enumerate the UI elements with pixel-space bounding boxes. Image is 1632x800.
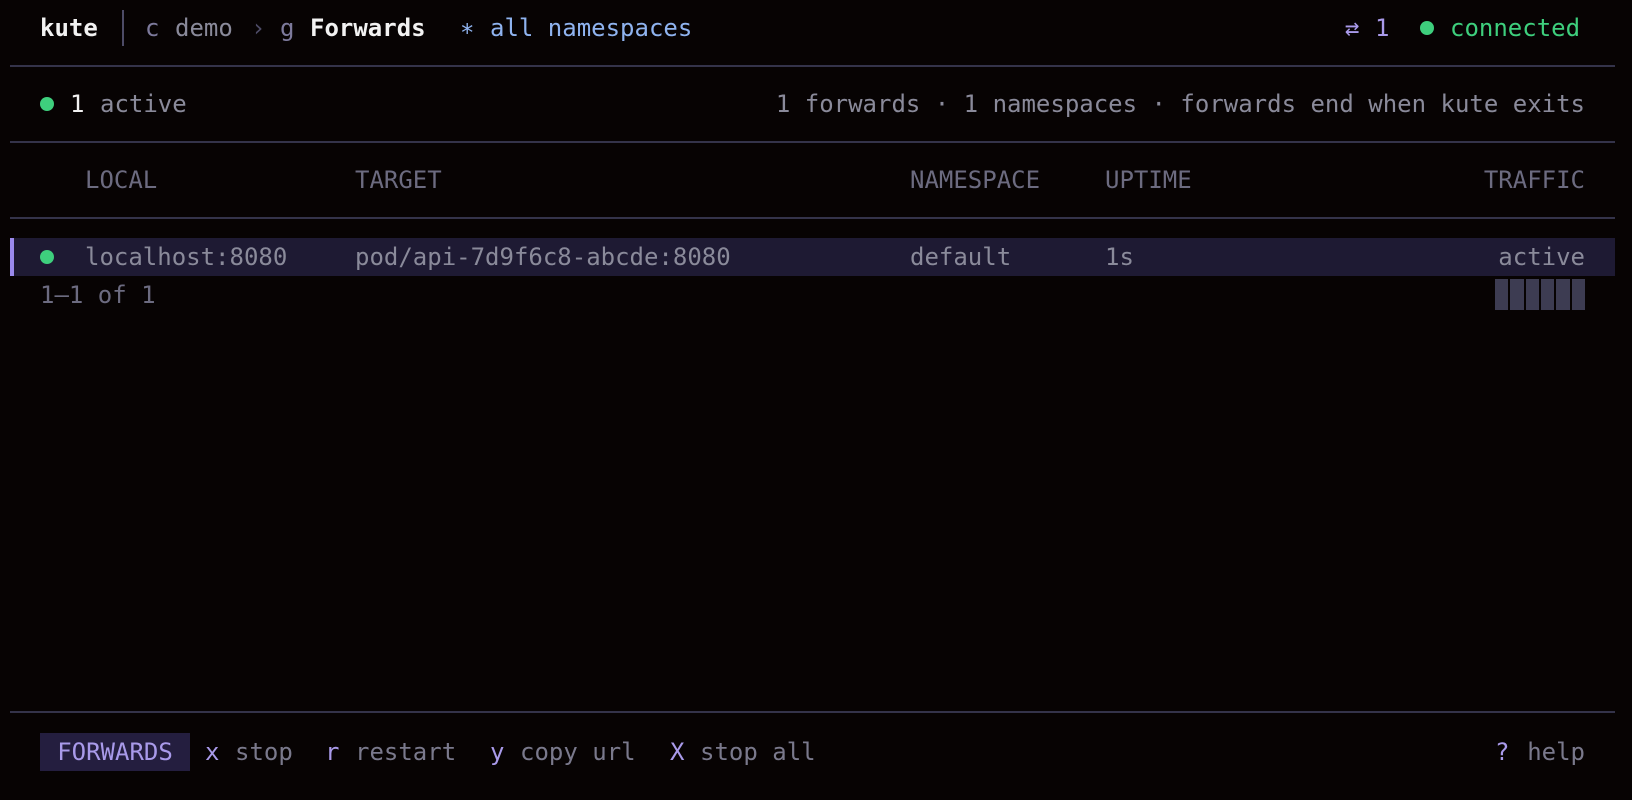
column-header-target[interactable]: TARGET	[355, 165, 442, 195]
asterisk-icon: ∗	[460, 14, 475, 42]
footer-divider-line	[10, 711, 1615, 713]
column-header-local[interactable]: LOCAL	[85, 165, 157, 195]
hotkey-stop-label[interactable]: stop	[235, 737, 293, 767]
connection-status: connected	[1450, 14, 1581, 42]
app-brand: kute	[40, 14, 98, 42]
row-target: pod/api-7d9f6c8-abcde:8080	[355, 243, 731, 271]
hotkey-restart-label[interactable]: restart	[355, 737, 456, 767]
row-namespace: default	[910, 243, 1012, 271]
connected-dot-icon	[1420, 21, 1434, 35]
active-dot-icon	[40, 97, 54, 111]
row-local: localhost:8080	[85, 243, 288, 271]
row-status-dot-icon	[40, 250, 54, 264]
active-count: 1	[70, 90, 85, 118]
traffic-sparkline	[1495, 279, 1585, 310]
mode-badge: FORWARDS	[40, 733, 190, 771]
forward-count: 1	[1375, 14, 1390, 42]
traffic-bar-segment	[1510, 279, 1524, 310]
swap-arrows-icon: ⇄	[1345, 14, 1360, 42]
hotkey-copy-url-key[interactable]: y	[490, 737, 504, 767]
forwards-screen: kute c demo › g Forwards ∗ all namespace…	[0, 0, 1632, 800]
context-name[interactable]: demo	[175, 13, 233, 43]
active-label: active	[100, 90, 187, 118]
header-divider	[122, 10, 124, 46]
traffic-bar-segment	[1556, 279, 1570, 310]
hotkey-stop-all-key[interactable]: X	[670, 737, 684, 767]
column-header-uptime[interactable]: UPTIME	[1105, 165, 1192, 195]
chevron-right-icon: ›	[251, 14, 266, 42]
view-title: Forwards	[310, 14, 426, 42]
help-key[interactable]: ?	[1495, 737, 1509, 767]
table-header-divider-line	[10, 217, 1615, 219]
summary-stats: 1 forwards · 1 namespaces · forwards end…	[775, 90, 1585, 118]
hotkey-restart-key[interactable]: r	[325, 737, 339, 767]
column-header-traffic[interactable]: TRAFFIC	[1484, 165, 1585, 195]
hotkey-stop-all-label[interactable]: stop all	[700, 737, 816, 767]
help-label[interactable]: help	[1527, 737, 1585, 767]
summary-divider-line	[10, 141, 1615, 143]
hotkey-stop-key[interactable]: x	[205, 737, 219, 767]
row-traffic: active	[1498, 243, 1585, 271]
traffic-bar-segment	[1571, 279, 1585, 310]
pagination: 1–1 of 1	[40, 281, 156, 309]
selection-indicator	[10, 238, 14, 276]
traffic-bar-segment	[1540, 279, 1555, 310]
row-uptime: 1s	[1105, 243, 1134, 271]
namespace-selector[interactable]: all namespaces	[490, 13, 692, 43]
traffic-bar-segment	[1525, 279, 1539, 310]
traffic-bar-segment	[1495, 279, 1509, 310]
hotkey-copy-url-label[interactable]: copy url	[520, 737, 636, 767]
column-header-namespace[interactable]: NAMESPACE	[910, 165, 1040, 195]
context-key: c	[145, 14, 160, 42]
view-key: g	[280, 14, 295, 42]
header-divider-line	[10, 65, 1615, 67]
